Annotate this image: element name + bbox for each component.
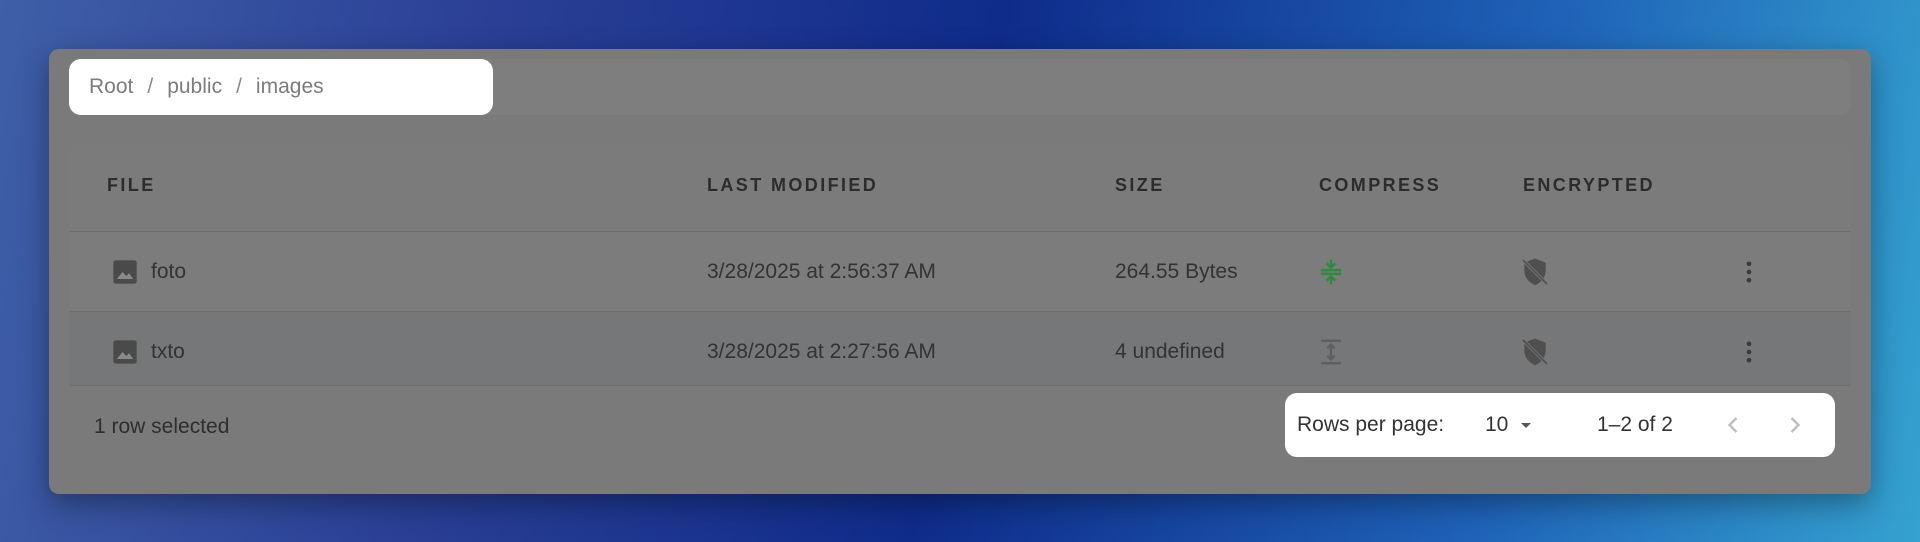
breadcrumb-bar: Root / public / images [69,59,1851,115]
breadcrumb: Root / public / images [69,59,493,115]
more-vert-icon [1746,341,1752,362]
shield-off-icon [1521,258,1549,285]
shield-off-icon [1521,338,1549,365]
rows-per-page-value: 10 [1485,413,1509,436]
actions-cell [1729,312,1769,391]
table-header: FILE LAST MODIFIED SIZE COMPRESS ENCRYPT… [69,145,1851,231]
pagination: Rows per page: 10 1–2 of 2 [1285,393,1835,457]
size-cell: 4 undefined [1115,339,1225,363]
row-menu-button[interactable] [1729,252,1769,292]
next-page-button[interactable] [1781,393,1809,457]
expand-icon [1321,339,1341,364]
file-name[interactable]: foto [151,260,186,284]
more-vert-icon [1746,261,1752,282]
breadcrumb-images[interactable]: images [256,75,324,99]
compress-button[interactable] [1311,332,1351,372]
breadcrumb-root[interactable]: Root [89,75,133,99]
table-footer: 1 row selected Rows per page: 10 1–2 of … [69,385,1851,468]
size-cell: 264.55 Bytes [1115,259,1238,283]
file-name[interactable]: txto [151,340,185,364]
compress-icon [1321,259,1341,284]
rows-per-page-label: Rows per page: [1297,413,1445,436]
selection-count: 1 row selected [94,415,230,438]
breadcrumb-public[interactable]: public [167,75,222,99]
previous-page-button[interactable] [1719,393,1747,457]
caret-down-icon [1521,423,1532,428]
compress-cell [1311,312,1351,391]
encrypted-cell [1515,232,1555,311]
row-menu-button[interactable] [1729,332,1769,372]
page-range: 1–2 of 2 [1597,413,1673,436]
table-row[interactable]: txto 3/28/2025 at 2:27:56 AM 4 undefined [69,311,1851,391]
file-cell: txto [111,312,185,391]
file-cell: foto [111,232,186,311]
chevron-right-icon [1790,417,1801,433]
actions-cell [1729,232,1769,311]
compress-button[interactable] [1311,252,1351,292]
breadcrumb-separator: / [236,75,242,98]
encrypt-button[interactable] [1515,332,1555,372]
column-header-encrypted[interactable]: ENCRYPTED [1523,175,1655,196]
breadcrumb-separator: / [147,75,154,98]
column-header-size[interactable]: SIZE [1115,175,1165,196]
rows-per-page-select[interactable]: 10 [1485,393,1538,457]
encrypt-button[interactable] [1515,252,1555,292]
column-header-compress[interactable]: COMPRESS [1319,175,1441,196]
column-header-file[interactable]: FILE [107,175,156,196]
file-table: FILE LAST MODIFIED SIZE COMPRESS ENCRYPT… [69,145,1851,468]
file-browser-window: Root / public / images FILE LAST MODIFIE… [49,49,1871,494]
encrypted-cell [1515,312,1555,391]
image-icon [113,339,137,364]
table-row[interactable]: foto 3/28/2025 at 2:56:37 AM 264.55 Byte… [69,231,1851,311]
image-icon [113,259,137,284]
last-modified-cell: 3/28/2025 at 2:56:37 AM [707,259,936,283]
column-header-last-modified[interactable]: LAST MODIFIED [707,175,878,196]
last-modified-cell: 3/28/2025 at 2:27:56 AM [707,339,936,363]
compress-cell [1311,232,1351,311]
chevron-left-icon [1727,417,1738,433]
